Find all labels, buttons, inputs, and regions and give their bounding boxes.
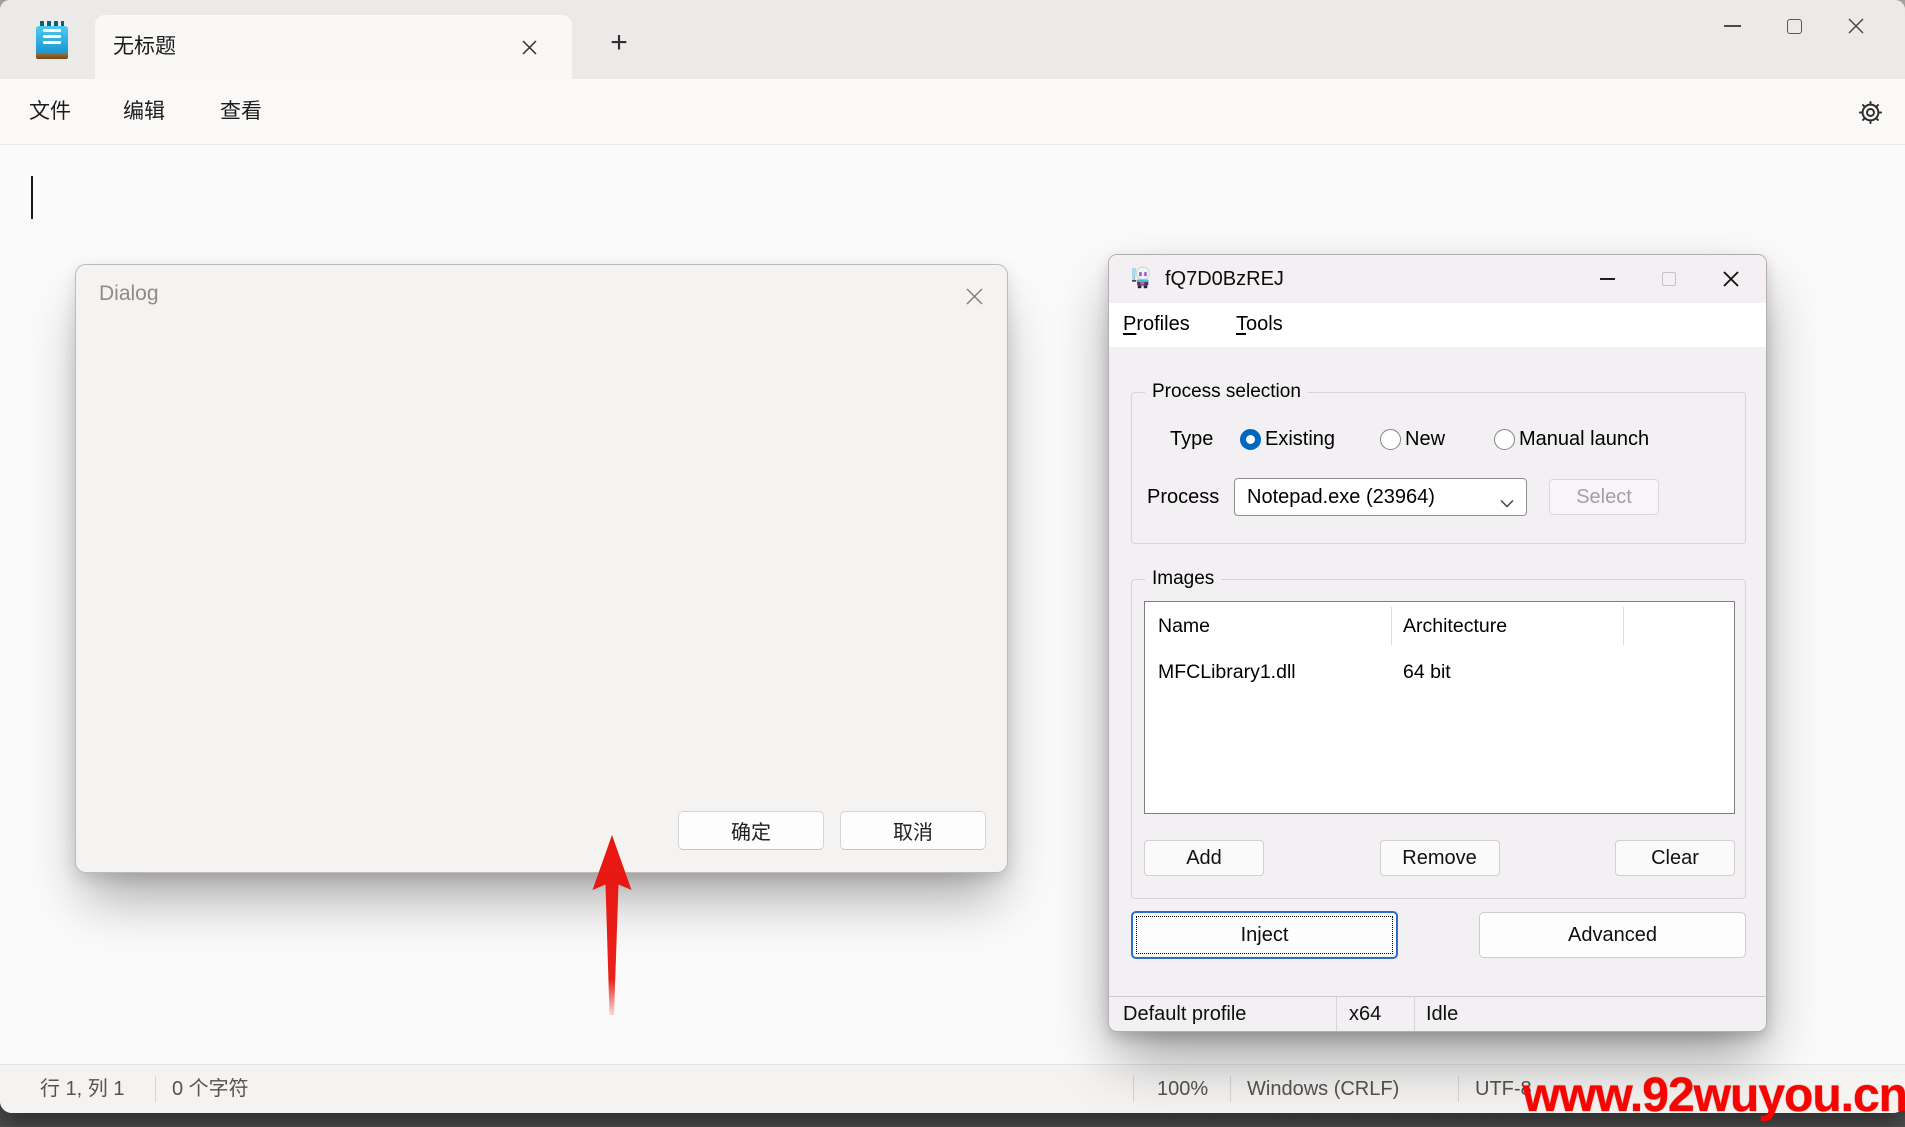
type-row: Type Existing New Manual launch: [1132, 419, 1745, 459]
radio-manual-launch[interactable]: [1494, 429, 1515, 450]
menu-view[interactable]: 查看: [216, 79, 266, 144]
menu-profiles[interactable]: Profiles: [1123, 303, 1190, 346]
injector-status-bar: Default profile x64 Idle: [1109, 996, 1766, 1032]
notepad-app-icon: [36, 21, 68, 59]
add-button[interactable]: Add: [1144, 840, 1264, 876]
radio-existing[interactable]: [1240, 429, 1261, 450]
status-line-col: 行 1, 列 1: [40, 1065, 124, 1113]
status-char-count: 0 个字符: [172, 1065, 249, 1113]
injector-close-button[interactable]: [1700, 255, 1762, 303]
chevron-down-icon: [1500, 492, 1514, 514]
maximize-button[interactable]: [1763, 5, 1825, 47]
gear-icon: [1857, 99, 1884, 126]
notepad-menu-bar: 文件 编辑 查看: [0, 79, 1905, 145]
status-line-ending[interactable]: Windows (CRLF): [1247, 1065, 1399, 1113]
status-state: Idle: [1426, 997, 1458, 1032]
table-row-name[interactable]: MFCLibrary1.dll: [1158, 650, 1296, 694]
images-group: Images Name Architecture MFCLibrary1.dll…: [1131, 579, 1746, 899]
injector-title-bar: fQ7D0BzREJ: [1109, 255, 1766, 303]
menu-edit[interactable]: 编辑: [119, 79, 169, 144]
status-architecture: x64: [1349, 997, 1381, 1032]
clear-button[interactable]: Clear: [1615, 840, 1735, 876]
status-zoom-level[interactable]: 100%: [1157, 1065, 1208, 1113]
cancel-button[interactable]: 取消: [840, 811, 986, 850]
injector-minimize-button[interactable]: [1576, 255, 1638, 303]
ok-button[interactable]: 确定: [678, 811, 824, 850]
injector-maximize-button: [1638, 255, 1700, 303]
notepad-window-controls: [1701, 5, 1887, 47]
process-combobox-value: Notepad.exe (23964): [1247, 479, 1435, 515]
process-combobox[interactable]: Notepad.exe (23964): [1234, 478, 1527, 516]
radio-new-label[interactable]: New: [1405, 419, 1445, 459]
injector-actions-row: Inject Advanced: [1131, 911, 1746, 959]
process-selection-legend: Process selection: [1145, 381, 1308, 403]
radio-existing-label[interactable]: Existing: [1265, 419, 1335, 459]
images-legend: Images: [1145, 568, 1221, 590]
menu-tools[interactable]: Tools: [1236, 303, 1283, 346]
images-buttons-row: Add Remove Clear: [1144, 840, 1735, 876]
dialog-window: Dialog 确定 取消: [75, 264, 1008, 873]
process-selection-group: Process selection Type Existing New Manu…: [1131, 392, 1746, 544]
injector-window-title: fQ7D0BzREJ: [1165, 255, 1284, 303]
table-row-architecture[interactable]: 64 bit: [1403, 650, 1451, 694]
col-header-name[interactable]: Name: [1158, 602, 1210, 650]
dialog-title: Dialog: [99, 282, 159, 306]
new-tab-button[interactable]: +: [600, 24, 638, 62]
tab-untitled[interactable]: 无标题: [95, 15, 572, 79]
status-profile: Default profile: [1123, 997, 1246, 1032]
inject-button[interactable]: Inject: [1131, 911, 1398, 959]
tab-bar: 无标题 +: [0, 0, 1905, 79]
watermark: www.92wuyou.cn: [1523, 1068, 1905, 1123]
injector-window: fQ7D0BzREJ Profiles Tools Process select…: [1108, 254, 1767, 1032]
text-caret: [31, 176, 33, 219]
tab-title: 无标题: [113, 15, 176, 79]
tab-close-icon[interactable]: [512, 30, 546, 64]
dialog-close-icon[interactable]: [955, 277, 993, 315]
select-button[interactable]: Select: [1549, 479, 1659, 515]
type-label: Type: [1170, 419, 1213, 459]
radio-manual-launch-label[interactable]: Manual launch: [1519, 419, 1649, 459]
radio-new[interactable]: [1380, 429, 1401, 450]
col-header-architecture[interactable]: Architecture: [1403, 602, 1507, 650]
images-table[interactable]: Name Architecture MFCLibrary1.dll 64 bit: [1144, 601, 1735, 814]
menu-file[interactable]: 文件: [25, 79, 75, 144]
injector-window-controls: [1576, 255, 1762, 303]
injector-menu-bar: Profiles Tools: [1109, 303, 1766, 347]
advanced-button[interactable]: Advanced: [1479, 912, 1746, 958]
close-button[interactable]: [1825, 5, 1887, 47]
injector-app-icon: [1127, 265, 1154, 292]
minimize-button[interactable]: [1701, 5, 1763, 47]
process-row: Process Notepad.exe (23964) Select: [1132, 477, 1745, 517]
settings-button[interactable]: [1851, 93, 1889, 131]
process-label: Process: [1147, 477, 1219, 517]
remove-button[interactable]: Remove: [1380, 840, 1500, 876]
